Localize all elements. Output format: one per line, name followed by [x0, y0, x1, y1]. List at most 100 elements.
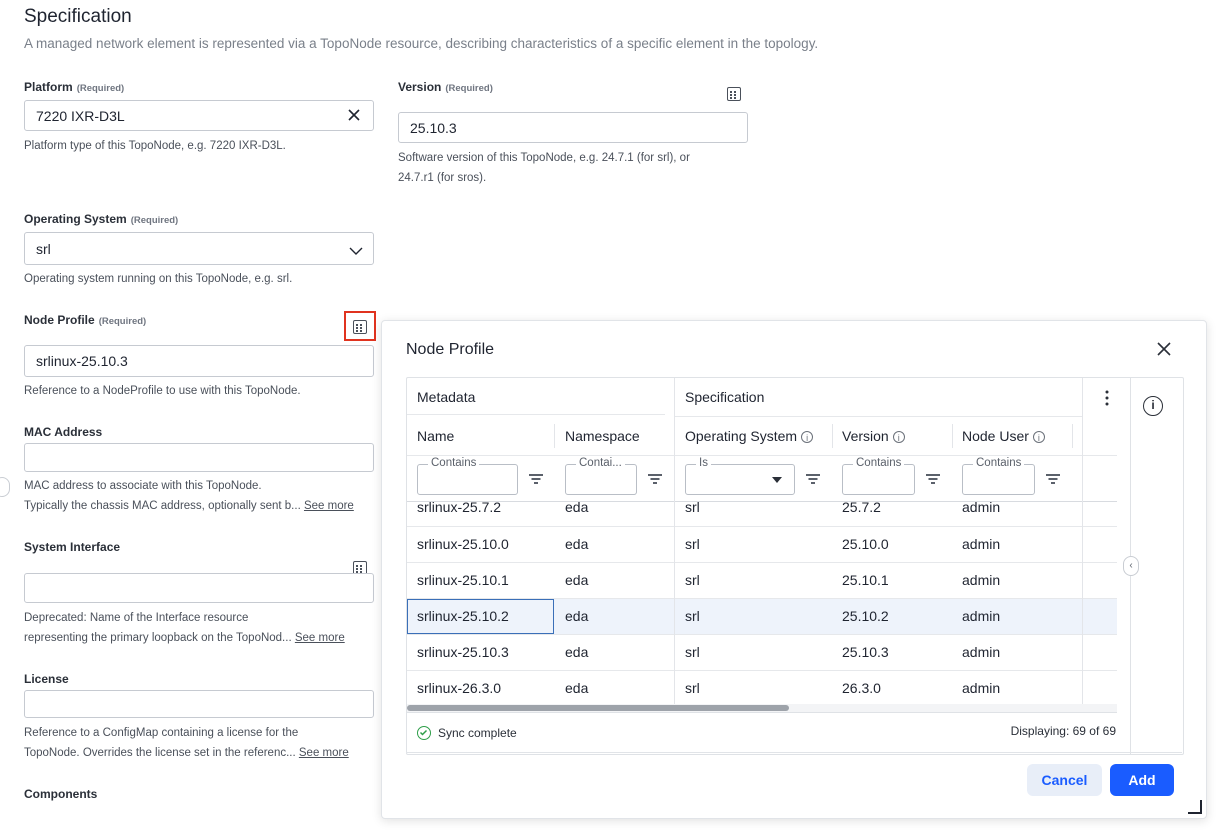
- cancel-button[interactable]: Cancel: [1027, 764, 1102, 796]
- cell-version: 25.10.2: [842, 608, 889, 624]
- see-more-link[interactable]: See more: [299, 747, 349, 759]
- column-header-name[interactable]: Name: [417, 428, 454, 444]
- cell-namespace: eda: [565, 680, 589, 696]
- platform-value: 7220 IXR-D3L: [36, 107, 125, 124]
- cell-namespace: eda: [565, 502, 589, 515]
- cell-version: 25.7.2: [842, 502, 881, 515]
- clear-icon[interactable]: [347, 108, 361, 122]
- cell-version: 25.10.0: [842, 536, 889, 552]
- kebab-menu-icon[interactable]: [1105, 390, 1109, 406]
- filter-name-input[interactable]: Contains: [417, 457, 518, 495]
- cell-os: srl: [685, 644, 700, 660]
- info-panel-icon[interactable]: i: [1143, 396, 1163, 416]
- section-description: A managed network element is represented…: [24, 36, 819, 51]
- cell-version: 25.10.1: [842, 572, 889, 588]
- collapse-handle[interactable]: [0, 477, 10, 497]
- horizontal-scrollbar[interactable]: [407, 704, 1117, 712]
- group-metadata: Metadata: [417, 389, 476, 405]
- node-profile-picker-button[interactable]: [344, 311, 376, 341]
- column-header-os[interactable]: Operating System i: [685, 428, 814, 444]
- table-picker-icon: [353, 320, 367, 334]
- table-row-selected[interactable]: srlinux-25.10.2 eda srl 25.10.2 admin: [407, 599, 1117, 634]
- see-more-link[interactable]: See more: [295, 632, 345, 644]
- cell-name: srlinux-26.3.0: [417, 680, 502, 696]
- os-label: Operating System (Required): [24, 212, 179, 226]
- cell-os: srl: [685, 536, 700, 552]
- column-header-version[interactable]: Version i: [842, 428, 905, 444]
- table-row[interactable]: srlinux-25.10.3 eda srl 25.10.3 admin: [407, 635, 1117, 670]
- version-label: Version (Required): [398, 80, 493, 94]
- cell-node-user: admin: [962, 608, 1001, 624]
- cell-os: srl: [685, 608, 700, 624]
- cell-node-user: admin: [962, 536, 1001, 552]
- filter-icon[interactable]: [926, 474, 940, 484]
- caret-down-icon: [772, 477, 782, 483]
- node-profile-table: Metadata Specification Name Namespace Op…: [406, 377, 1184, 755]
- mac-help: MAC address to associate with this TopoN…: [24, 480, 354, 512]
- check-circle-icon: [417, 726, 431, 740]
- cell-name: srlinux-25.7.2: [417, 502, 502, 515]
- platform-input[interactable]: 7220 IXR-D3L: [24, 100, 374, 131]
- table-row[interactable]: srlinux-25.10.1 eda srl 25.10.1 admin: [407, 563, 1117, 598]
- close-icon[interactable]: [1156, 341, 1172, 357]
- version-value: 25.10.3: [410, 119, 457, 136]
- license-input[interactable]: [24, 690, 374, 718]
- info-icon: i: [801, 431, 814, 444]
- mac-label: MAC Address: [24, 425, 103, 439]
- filter-icon[interactable]: [648, 474, 662, 484]
- column-header-namespace[interactable]: Namespace: [565, 428, 640, 444]
- filter-version-input[interactable]: Contains: [842, 457, 915, 495]
- cell-node-user: admin: [962, 680, 1001, 696]
- node-profile-dialog: Node Profile Metadata Specification Name…: [381, 320, 1207, 819]
- filter-node-user-input[interactable]: Contains: [962, 457, 1035, 495]
- cell-namespace: eda: [565, 536, 589, 552]
- filter-icon[interactable]: [1046, 474, 1060, 484]
- filter-namespace-input[interactable]: Contai...: [565, 457, 637, 495]
- add-button[interactable]: Add: [1110, 764, 1174, 796]
- os-value: srl: [36, 240, 51, 257]
- system-interface-input[interactable]: [24, 573, 374, 603]
- info-icon: i: [892, 431, 905, 444]
- version-help: Software version of this TopoNode, e.g. …: [398, 152, 690, 184]
- cell-name: srlinux-25.10.0: [417, 536, 509, 552]
- node-profile-label: Node Profile (Required): [24, 313, 147, 327]
- cell-namespace: eda: [565, 644, 589, 660]
- table-row[interactable]: srlinux-26.3.0 eda srl 26.3.0 admin: [407, 671, 1117, 706]
- column-header-node-user[interactable]: Node User i: [962, 428, 1045, 444]
- components-label: Components: [24, 787, 98, 801]
- cell-namespace: eda: [565, 608, 589, 624]
- mac-input[interactable]: [24, 443, 374, 472]
- cell-os: srl: [685, 680, 700, 696]
- cell-version: 25.10.3: [842, 644, 889, 660]
- table-row[interactable]: srlinux-25.7.2 eda srl 25.7.2 admin: [407, 502, 1117, 526]
- table-row[interactable]: srlinux-25.10.0 eda srl 25.10.0 admin: [407, 527, 1117, 562]
- os-help: Operating system running on this TopoNod…: [24, 273, 293, 285]
- see-more-link[interactable]: See more: [304, 500, 354, 512]
- filter-icon[interactable]: [806, 474, 820, 484]
- chevron-down-icon: [349, 243, 363, 259]
- filter-icon[interactable]: [529, 474, 543, 484]
- scrollbar-thumb[interactable]: [407, 705, 789, 711]
- resize-handle-icon[interactable]: [1188, 800, 1202, 814]
- os-select[interactable]: srl: [24, 232, 374, 265]
- cell-node-user: admin: [962, 502, 1001, 515]
- node-profile-help: Reference to a NodeProfile to use with t…: [24, 385, 301, 397]
- node-profile-value: srlinux-25.10.3: [36, 353, 128, 369]
- chevron-left-icon[interactable]: ‹: [1123, 556, 1139, 576]
- platform-help: Platform type of this TopoNode, e.g. 722…: [24, 140, 286, 152]
- license-help: Reference to a ConfigMap containing a li…: [24, 727, 349, 759]
- filter-os-select[interactable]: Is: [685, 457, 795, 495]
- version-input[interactable]: 25.10.3: [398, 112, 748, 143]
- cell-name: srlinux-25.10.1: [417, 572, 509, 588]
- table-picker-icon[interactable]: [727, 87, 741, 101]
- cell-os: srl: [685, 502, 700, 515]
- sync-status: Sync complete: [438, 726, 517, 740]
- cell-os: srl: [685, 572, 700, 588]
- dialog-title: Node Profile: [406, 341, 495, 358]
- platform-label: Platform (Required): [24, 80, 125, 94]
- node-profile-input[interactable]: srlinux-25.10.3: [24, 345, 374, 377]
- row-count: Displaying: 69 of 69: [1010, 724, 1116, 738]
- info-icon: i: [1032, 431, 1045, 444]
- license-label: License: [24, 672, 69, 686]
- cell-version: 26.3.0: [842, 680, 881, 696]
